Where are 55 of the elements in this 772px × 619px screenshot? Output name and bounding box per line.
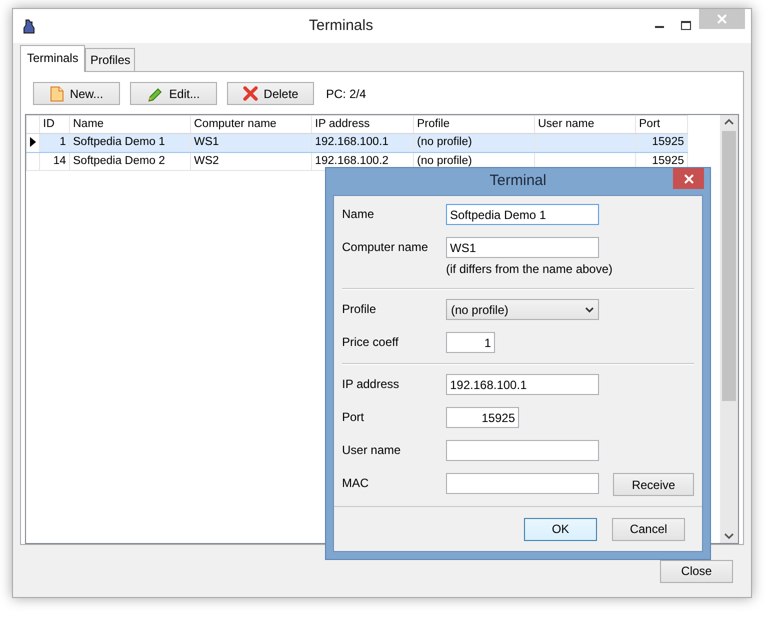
tab[interactable]: Terminals [20,45,86,72]
pencil-icon [147,86,164,102]
column-header[interactable]: User name [534,116,636,134]
input-field[interactable]: 1 [446,332,495,353]
table-cell: WS2 [190,152,312,170]
close-icon [684,174,694,184]
field-label: Computer name [342,239,430,256]
dropdown[interactable]: (no profile) [446,299,599,320]
input-field[interactable]: Softpedia Demo 1 [446,204,599,225]
table-cell: Softpedia Demo 1 [70,134,190,152]
receive-button[interactable]: Receive [613,473,694,496]
table-cell: 14 [40,152,70,170]
dialog-title: Terminal [488,171,548,192]
field-label: MAC [342,475,370,492]
field-label: Name [342,206,376,223]
app-icon [23,18,35,34]
document-icon [50,86,64,102]
input-field[interactable]: WS1 [446,237,599,258]
pc-count: PC: 2/4 [326,86,366,102]
edit-button[interactable]: Edit... [130,82,217,105]
ok-button[interactable]: OK [524,518,597,540]
x-icon [242,86,258,101]
table-cell: WS1 [190,134,312,152]
table-cell: Softpedia Demo 2 [70,152,190,170]
table-cell: (no profile) [414,134,534,152]
field-label: Price coeff [342,334,400,351]
window-title: Terminals [308,16,374,36]
input-field[interactable] [446,440,599,461]
close-icon [717,14,727,24]
input-field[interactable]: 192.168.100.1 [446,374,599,395]
close-button[interactable] [673,168,704,189]
tab[interactable]: Profiles [85,48,136,71]
column-header[interactable]: Computer name [190,116,312,134]
cancel-button[interactable]: Cancel [612,518,685,540]
maximize-icon [681,21,691,31]
table-cell: 192.168.100.1 [312,134,414,152]
hint-text: (if differs from the name above) [446,261,613,278]
input-field[interactable] [446,473,599,494]
vertical-scrollbar[interactable] [720,115,738,543]
input-field[interactable]: 15925 [446,407,519,428]
field-label: IP address [342,376,400,393]
field-label: User name [342,442,402,459]
close-button[interactable]: Close [660,560,733,582]
chevron-down-icon [585,306,594,312]
column-header[interactable]: ID [40,116,70,134]
column-header[interactable]: Port [636,116,688,134]
new-button[interactable]: New... [33,82,120,105]
column-header[interactable]: Profile [414,116,534,134]
field-label: Port [342,409,366,426]
column-header[interactable]: IP address [312,116,414,134]
table-cell: 15925 [636,134,688,152]
field-label: Profile [342,301,378,318]
table-cell: 1 [40,134,70,152]
column-header[interactable]: Name [70,116,190,134]
delete-button[interactable]: Delete [227,82,314,105]
